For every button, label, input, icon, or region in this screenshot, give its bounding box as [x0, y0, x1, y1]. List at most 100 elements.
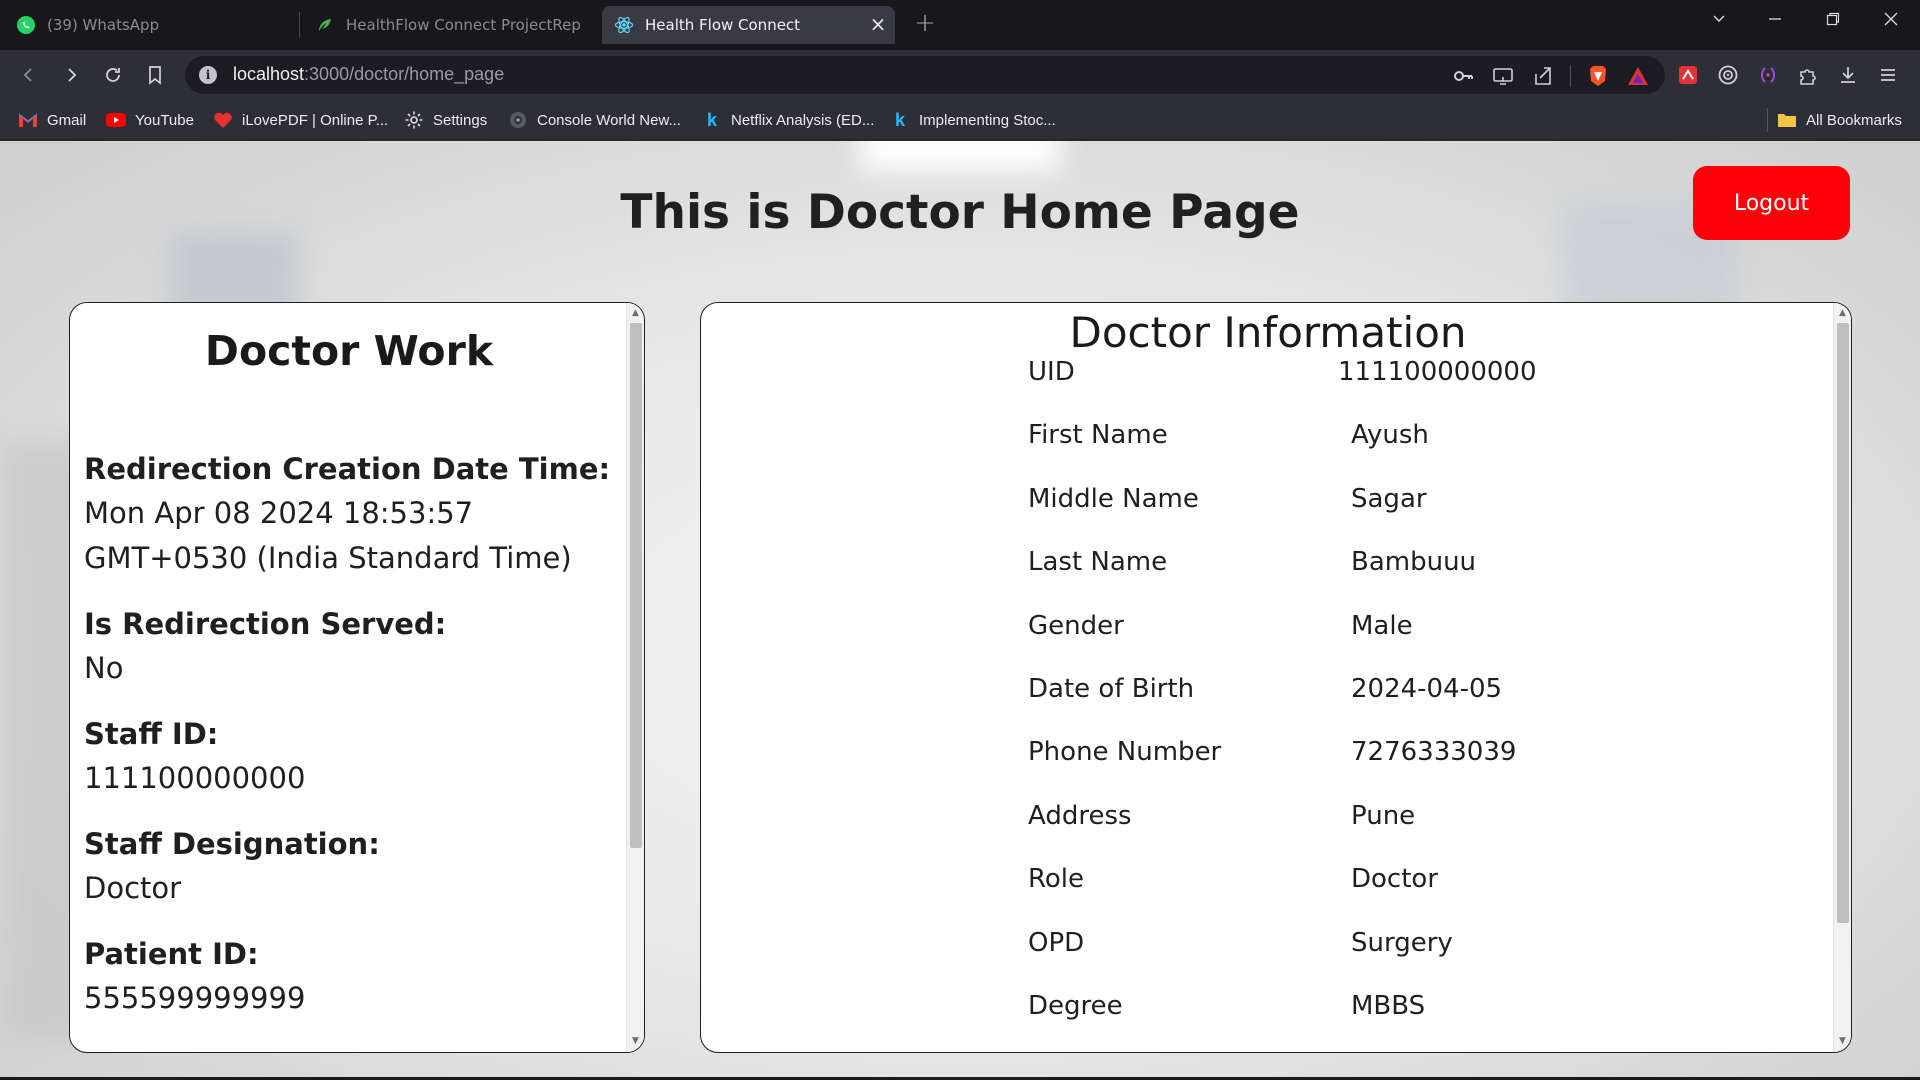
- download-icon[interactable]: [1835, 62, 1861, 88]
- tab-close-icon[interactable]: ×: [866, 12, 890, 36]
- bookmark-console-world[interactable]: Console World New...: [508, 109, 681, 131]
- info-value: Bambuuu: [1351, 547, 1477, 578]
- info-label: First Name: [1028, 420, 1168, 451]
- bookmark-label: Console World New...: [537, 111, 681, 129]
- scroll-thumb[interactable]: [630, 323, 642, 848]
- reload-icon[interactable]: [98, 60, 128, 90]
- work-label: Staff ID:: [84, 717, 219, 751]
- info-value: Sagar: [1351, 483, 1427, 514]
- bookmarks-bar: Gmail YouTube iLovePDF | Online P... Set…: [0, 100, 1920, 140]
- extensions-puzzle-icon[interactable]: [1795, 62, 1821, 88]
- restore-icon[interactable]: [1813, 6, 1853, 36]
- tab-whatsapp[interactable]: (39) WhatsApp: [4, 6, 294, 44]
- menu-hamburger-icon[interactable]: [1875, 62, 1901, 88]
- share-icon[interactable]: [1530, 63, 1556, 89]
- tab-project-report[interactable]: HealthFlow Connect ProjectReport -: [303, 6, 593, 44]
- info-value: Doctor: [1351, 864, 1439, 895]
- doctor-information-scrollbar[interactable]: ▲ ▼: [1833, 303, 1851, 1052]
- ilovepdf-icon: [213, 110, 233, 130]
- scroll-down-arrow-icon[interactable]: ▼: [627, 1033, 644, 1050]
- background-light-shape: [860, 141, 1060, 171]
- doctor-information-heading: Doctor Information: [1069, 308, 1467, 357]
- info-label: OPD: [1028, 927, 1085, 958]
- brackets-extension-icon[interactable]: [1755, 62, 1781, 88]
- work-item-redirection-date: Redirection Creation Date Time: Mon Apr …: [84, 448, 614, 581]
- info-value: Ayush: [1351, 420, 1429, 451]
- cast-icon[interactable]: [1490, 63, 1516, 89]
- bookmarks-divider: [1767, 108, 1768, 132]
- tab-title: HealthFlow Connect ProjectReport -: [346, 16, 581, 34]
- tab-search-chevron-icon[interactable]: [1699, 6, 1739, 36]
- target-extension-icon[interactable]: [1715, 62, 1741, 88]
- bookmark-label: YouTube: [135, 111, 194, 129]
- brave-shields-icon[interactable]: [1585, 63, 1611, 89]
- scroll-down-arrow-icon[interactable]: ▼: [1834, 1033, 1851, 1050]
- site-info-icon[interactable]: i: [199, 66, 217, 84]
- work-value: 111100000000: [84, 761, 306, 795]
- new-tab-plus-icon[interactable]: +: [912, 10, 938, 38]
- work-value: No: [84, 651, 124, 685]
- forward-arrow-icon[interactable]: [56, 60, 86, 90]
- logout-button[interactable]: Logout: [1693, 166, 1850, 240]
- browser-tab-bar: (39) WhatsApp HealthFlow Connect Project…: [0, 0, 1920, 50]
- browser-toolbar: i localhost:3000/doctor/home_page: [0, 50, 1920, 100]
- tab-title: (39) WhatsApp: [47, 16, 160, 34]
- info-value: 111100000000: [1338, 357, 1537, 387]
- scroll-thumb[interactable]: [1837, 323, 1849, 923]
- doctor-home-page: This is Doctor Home Page Logout Doctor W…: [0, 141, 1920, 1077]
- work-label: Patient ID:: [84, 937, 259, 971]
- info-label: UID: [1028, 357, 1075, 387]
- brave-rewards-icon[interactable]: [1625, 63, 1651, 89]
- react-icon: [614, 15, 634, 35]
- info-value: Male: [1351, 610, 1413, 641]
- password-key-icon[interactable]: [1450, 63, 1476, 89]
- bookmark-label: Implementing Stoc...: [919, 111, 1056, 129]
- info-label: Role: [1028, 864, 1085, 895]
- doctor-information-card: Doctor Information UID 111100000000 Firs…: [700, 302, 1852, 1053]
- scroll-up-arrow-icon[interactable]: ▲: [1834, 305, 1851, 322]
- work-item-staff-id: Staff ID: 111100000000: [84, 713, 614, 801]
- address-bar[interactable]: i localhost:3000/doctor/home_page: [185, 56, 1665, 94]
- info-label: Date of Birth: [1028, 673, 1195, 704]
- work-value: 555599999999: [84, 981, 306, 1015]
- bookmark-youtube[interactable]: YouTube: [106, 109, 194, 131]
- bookmark-settings[interactable]: Settings: [404, 109, 487, 131]
- info-label: Middle Name: [1028, 483, 1199, 514]
- work-label: Is Redirection Served:: [84, 607, 447, 641]
- extension-red-icon[interactable]: [1675, 62, 1701, 88]
- bookmark-implementing-stoc[interactable]: k Implementing Stoc...: [890, 109, 1056, 131]
- bookmark-gmail[interactable]: Gmail: [18, 109, 86, 131]
- folder-icon: [1777, 110, 1797, 130]
- url-text[interactable]: localhost:3000/doctor/home_page: [233, 64, 504, 85]
- kaggle-icon: k: [706, 109, 717, 130]
- gmail-icon: [18, 110, 38, 130]
- info-value: 2024-04-05: [1351, 673, 1503, 704]
- info-label: Phone Number: [1028, 737, 1222, 768]
- info-value: 7276333039: [1351, 737, 1517, 768]
- kaggle-icon: k: [894, 109, 905, 130]
- info-label: Degree: [1028, 990, 1123, 1021]
- bookmark-label: Gmail: [47, 111, 87, 129]
- all-bookmarks[interactable]: All Bookmarks: [1777, 109, 1902, 131]
- doctor-work-list: Redirection Creation Date Time: Mon Apr …: [84, 448, 614, 1043]
- minimize-icon[interactable]: [1755, 6, 1795, 36]
- info-label: Gender: [1028, 610, 1124, 641]
- bookmark-icon[interactable]: [140, 60, 170, 90]
- all-bookmarks-label: All Bookmarks: [1806, 111, 1902, 129]
- page-title: This is Doctor Home Page: [620, 185, 1300, 240]
- bookmark-netflix-analysis[interactable]: k Netflix Analysis (ED...: [702, 109, 874, 131]
- back-arrow-icon[interactable]: [14, 60, 44, 90]
- info-value: MBBS: [1351, 990, 1426, 1021]
- bookmark-ilovepdf[interactable]: iLovePDF | Online P...: [213, 109, 388, 131]
- tab-health-flow-connect[interactable]: Health Flow Connect: [602, 6, 895, 44]
- bookmark-label: Settings: [433, 111, 488, 129]
- work-value: Doctor: [84, 871, 182, 905]
- tab-divider: [299, 12, 300, 38]
- url-divider: [1570, 65, 1571, 87]
- close-window-icon[interactable]: [1871, 6, 1911, 36]
- tab-title: Health Flow Connect: [645, 16, 801, 34]
- doctor-work-scrollbar[interactable]: ▲ ▼: [626, 303, 644, 1052]
- doctor-work-card: Doctor Work Redirection Creation Date Ti…: [69, 302, 645, 1053]
- scroll-up-arrow-icon[interactable]: ▲: [627, 305, 644, 322]
- info-label: Address: [1028, 800, 1132, 831]
